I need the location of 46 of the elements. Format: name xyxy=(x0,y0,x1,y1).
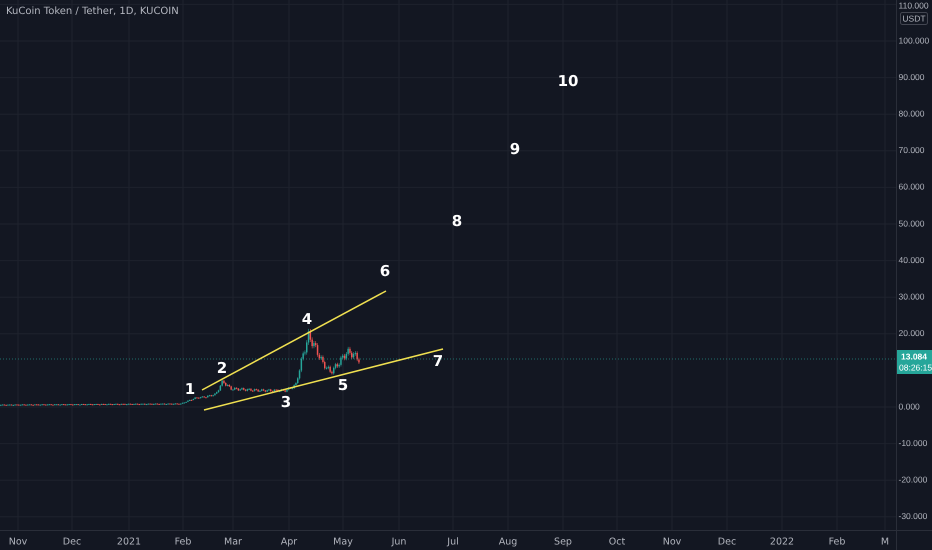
time-axis-label: Aug xyxy=(498,536,518,548)
price-axis-label: 60.000 xyxy=(898,182,924,192)
currency-badge: USDT xyxy=(900,12,928,25)
wave-label: 10 xyxy=(558,72,578,90)
time-axis-label: 2022 xyxy=(770,536,794,548)
price-axis-label: 80.000 xyxy=(898,108,924,118)
wave-label: 1 xyxy=(184,380,196,398)
price-axis-label: 20.000 xyxy=(898,328,924,338)
wave-label: 6 xyxy=(380,262,390,280)
wave-label: 8 xyxy=(452,212,462,230)
last-price-label: 13.084 08:26:15 xyxy=(897,350,932,374)
price-axis-label: 30.000 xyxy=(898,291,924,302)
time-axis-label: Jun xyxy=(392,536,406,548)
time-axis-label: Oct xyxy=(608,536,626,548)
wave-label: 5 xyxy=(338,376,348,394)
wave-label: 7 xyxy=(432,352,444,370)
time-axis-label: Nov xyxy=(662,536,682,548)
time-axis-label: Feb xyxy=(174,536,192,548)
time-axis-label: 2021 xyxy=(116,536,142,548)
time-axis-label: Jul xyxy=(447,536,459,548)
price-axis-label: 0.000 xyxy=(898,401,920,412)
time-axis-label: M xyxy=(880,536,890,548)
price-axis-label: 90.000 xyxy=(898,72,924,82)
time-axis-label: Dec xyxy=(62,536,82,548)
price-axis-label: 70.000 xyxy=(898,145,924,156)
time-axis-label: Mar xyxy=(224,536,242,548)
wave-label: 2 xyxy=(216,359,228,378)
price-axis-label: 50.000 xyxy=(898,218,924,228)
price-axis-label: 40.000 xyxy=(898,254,924,265)
time-axis-label: Sep xyxy=(554,536,572,548)
chart-title: KuCoin Token / Tether, 1D, KUCOIN xyxy=(6,6,179,17)
trend-line[interactable] xyxy=(202,290,386,391)
time-axis-label: Dec xyxy=(718,536,736,548)
time-axis-label: Apr xyxy=(280,536,298,548)
price-axis-label: 110.000 xyxy=(898,0,929,10)
price-axis-label: -10.000 xyxy=(898,438,928,448)
price-axis-label: 100.000 xyxy=(898,35,930,46)
time-axis-label: May xyxy=(333,536,353,548)
price-axis-label: -30.000 xyxy=(898,511,928,522)
trend-line[interactable] xyxy=(204,348,444,411)
price-axis-label: -20.000 xyxy=(898,474,928,484)
time-axis-label: Nov xyxy=(8,536,28,548)
wave-label: 4 xyxy=(302,310,312,328)
time-axis-label: Feb xyxy=(828,536,846,548)
wave-label: 9 xyxy=(510,140,520,158)
wave-label: 3 xyxy=(280,393,292,412)
